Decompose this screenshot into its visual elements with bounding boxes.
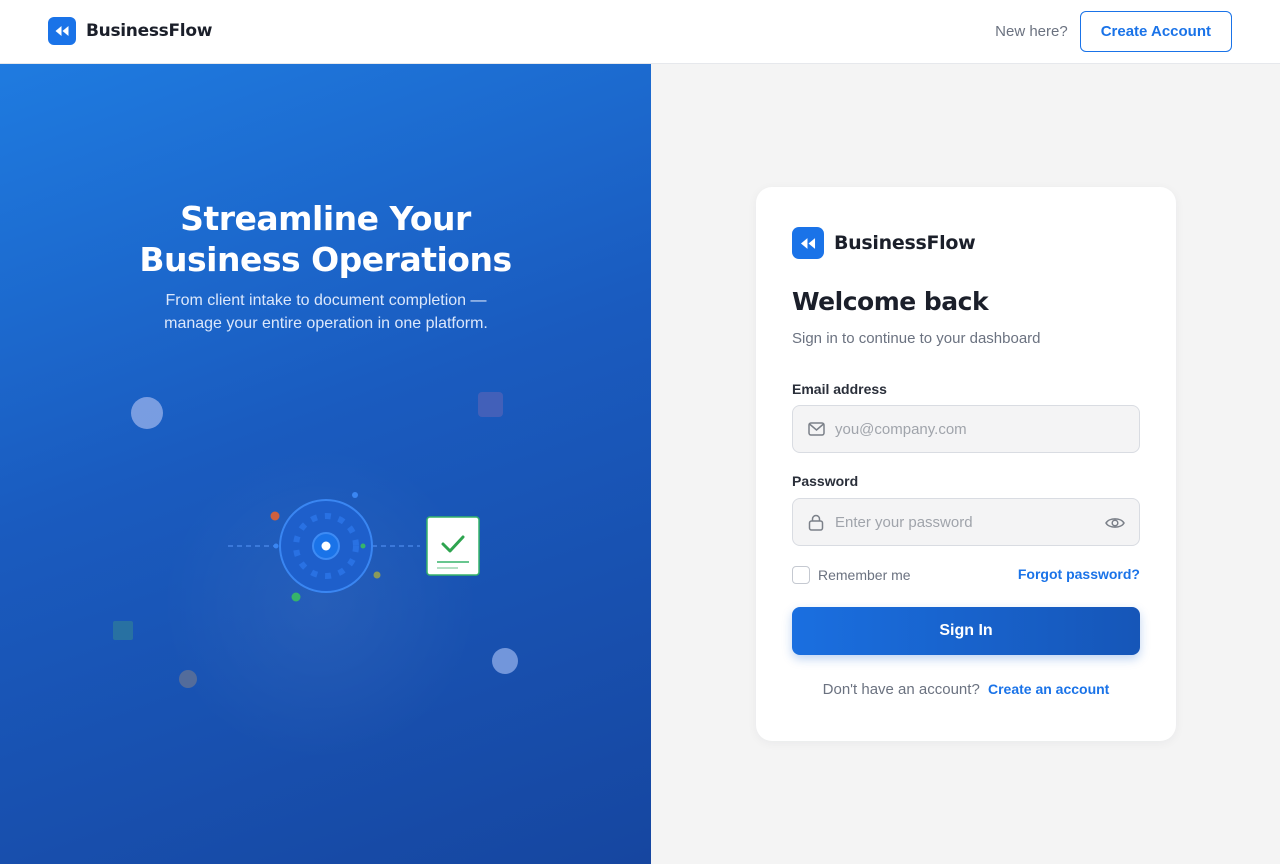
lock-icon	[807, 513, 825, 531]
rewind-icon	[48, 17, 76, 45]
create-account-button[interactable]: Create Account	[1079, 11, 1232, 52]
remember-label: Remember me	[818, 567, 911, 583]
sign-in-button[interactable]: Sign In	[792, 607, 1140, 655]
rewind-icon	[792, 227, 824, 259]
new-here-text: New here?	[995, 23, 1068, 40]
hero-title: Streamline Your Business Operations	[0, 198, 651, 280]
document-check-icon	[426, 516, 480, 576]
email-field[interactable]	[835, 420, 1085, 438]
hero-title-line1: Streamline Your	[180, 199, 471, 238]
create-an-account-link[interactable]: Create an account	[988, 681, 1109, 697]
hero-panel: Streamline Your Business Operations From…	[0, 64, 651, 864]
card-brand-logo: BusinessFlow	[792, 227, 976, 259]
decor-circle	[131, 397, 163, 429]
login-card: BusinessFlow Welcome back Sign in to con…	[756, 187, 1176, 741]
eye-icon[interactable]	[1105, 513, 1125, 533]
password-field[interactable]	[835, 513, 1085, 531]
envelope-icon	[807, 420, 825, 438]
password-label: Password	[792, 473, 859, 489]
login-title: Welcome back	[792, 287, 989, 316]
brand-logo[interactable]: BusinessFlow	[48, 17, 212, 45]
decor-square	[113, 621, 133, 640]
login-panel: BusinessFlow Welcome back Sign in to con…	[651, 64, 1280, 864]
brand-name: BusinessFlow	[86, 21, 213, 41]
forgot-password-link[interactable]: Forgot password?	[1018, 566, 1140, 582]
login-subtitle: Sign in to continue to your dashboard	[792, 330, 1041, 347]
no-account-text: Don't have an account?	[822, 681, 980, 698]
hero-title-line2: Business Operations	[139, 240, 512, 279]
decor-dot	[291, 592, 301, 602]
top-navigation-bar: BusinessFlow New here? Create Account	[0, 0, 1280, 64]
header-actions: New here? Create Account	[995, 11, 1232, 52]
hero-subtitle: From client intake to document completio…	[164, 292, 488, 332]
remember-me-checkbox[interactable]: Remember me	[792, 566, 911, 584]
email-field-wrapper	[792, 405, 1140, 453]
password-field-wrapper	[792, 498, 1140, 546]
decor-dot	[270, 511, 280, 521]
remember-checkbox-box[interactable]	[792, 566, 810, 584]
email-label: Email address	[792, 381, 887, 397]
card-brand-name: BusinessFlow	[834, 232, 976, 254]
decor-square	[478, 392, 503, 417]
decor-circle	[179, 670, 197, 688]
decor-dot	[373, 571, 381, 579]
signup-prompt: Don't have an account? Create an account	[756, 681, 1176, 698]
gear-and-document-check-icon	[113, 392, 518, 688]
decor-circle	[492, 648, 518, 674]
